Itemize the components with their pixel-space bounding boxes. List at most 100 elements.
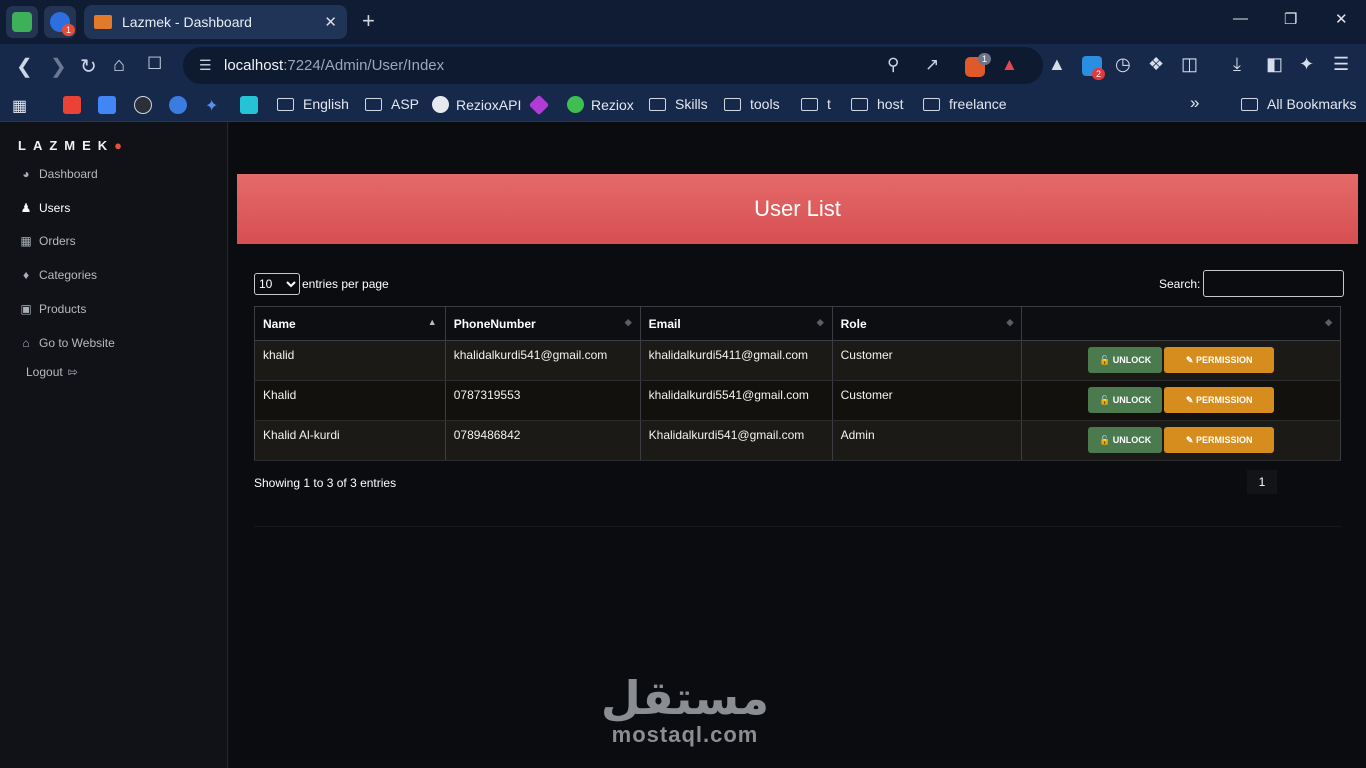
bookmark-english[interactable]: English bbox=[277, 96, 349, 112]
translate-icon[interactable] bbox=[98, 96, 116, 114]
chatgpt-icon[interactable] bbox=[134, 96, 152, 114]
zoom-icon[interactable]: ⚲ bbox=[887, 55, 899, 75]
search-input[interactable] bbox=[1203, 270, 1345, 297]
apps-grid-icon[interactable]: ▦ bbox=[12, 96, 27, 116]
divider bbox=[254, 526, 1341, 527]
pagination-page-1[interactable]: 1 bbox=[1247, 470, 1277, 494]
column-header-actions[interactable]: ◆ bbox=[1021, 306, 1341, 341]
site-info-icon[interactable]: ☰ bbox=[199, 57, 212, 74]
folder-icon bbox=[724, 97, 741, 111]
bookmarks-overflow-button[interactable]: » bbox=[1190, 93, 1199, 113]
permission-button[interactable]: ✎ PERMISSION bbox=[1164, 347, 1275, 373]
url-text[interactable]: localhost:7224/Admin/User/Index bbox=[224, 57, 444, 74]
folder-icon bbox=[649, 97, 666, 111]
table-row: Khalid Al-kurdi 0789486842 Khalidalkurdi… bbox=[254, 420, 1341, 461]
leo-ai-icon[interactable]: ✦ bbox=[1299, 54, 1314, 75]
sidebar-item-users[interactable]: ♟ Users bbox=[18, 201, 71, 215]
close-window-button[interactable]: ✕ bbox=[1335, 10, 1348, 28]
logout-link[interactable]: Logout ⇰ bbox=[26, 365, 86, 379]
truck-icon bbox=[94, 15, 112, 29]
bookmark-skills[interactable]: Skills bbox=[649, 96, 708, 112]
column-header-phone[interactable]: PhoneNumber ◆ bbox=[444, 306, 641, 341]
lazmek-logo[interactable]: LAZMEK● bbox=[18, 138, 122, 153]
entries-per-page-select[interactable]: 10 bbox=[254, 273, 300, 295]
unlock-icon: 🔓 bbox=[1099, 395, 1111, 405]
home-icon: ⌂ bbox=[22, 336, 30, 350]
bookmark-reziox[interactable]: Reziox bbox=[567, 96, 634, 113]
bookmark-freelance[interactable]: freelance bbox=[923, 96, 1007, 112]
folder-icon bbox=[277, 97, 294, 111]
speed-dial-icon[interactable]: ◷ bbox=[1115, 54, 1131, 75]
bookmark-host[interactable]: host bbox=[851, 96, 903, 112]
sidebar-toggle-icon[interactable]: ◧ bbox=[1266, 54, 1283, 75]
folder-icon bbox=[801, 97, 818, 111]
bookmark-site-icon[interactable] bbox=[240, 96, 258, 114]
bookmark-rezioxapi[interactable]: RezioxAPI bbox=[432, 96, 521, 113]
unlock-button[interactable]: 🔓 UNLOCK bbox=[1088, 347, 1163, 373]
watermark-latin: mostaql.com bbox=[611, 722, 759, 747]
back-button[interactable]: ❮ bbox=[16, 54, 33, 79]
extensions-puzzle-icon[interactable]: ❖ bbox=[1148, 54, 1164, 75]
forward-button[interactable]: ❯ bbox=[50, 54, 67, 79]
bookmark-button[interactable]: ☐ bbox=[147, 54, 162, 74]
extension-badge: 2 bbox=[1092, 68, 1106, 80]
download-icon[interactable]: ⤓ bbox=[1233, 54, 1241, 75]
sort-icon: ◆ bbox=[1325, 317, 1332, 327]
pinned-tab-mail[interactable]: 1 bbox=[44, 6, 76, 38]
bookmark-asp[interactable]: ASP bbox=[365, 96, 419, 112]
reload-button[interactable]: ↻ bbox=[80, 54, 97, 79]
address-bar[interactable]: ☰ localhost:7224/Admin/User/Index ⚲ ↗ 1 … bbox=[183, 47, 1043, 84]
table-search: Search: bbox=[1159, 270, 1345, 297]
tags-icon: ♦ bbox=[22, 268, 30, 282]
new-tab-button[interactable]: + bbox=[362, 8, 375, 34]
unlock-button[interactable]: 🔓 UNLOCK bbox=[1088, 427, 1163, 453]
all-bookmarks[interactable]: All Bookmarks bbox=[1241, 96, 1356, 112]
admin-sidebar: LAZMEK● ◕ Dashboard ♟ Users ▦ Orders ♦ Categ… bbox=[0, 122, 228, 768]
share-icon[interactable]: ↗ bbox=[925, 55, 939, 75]
edit-icon: ✎ bbox=[1185, 435, 1194, 445]
browser-titlebar: 1 Lazmek - Dashboard ✕ + — ❐ ✕ bbox=[0, 0, 1366, 44]
angular-icon[interactable] bbox=[528, 94, 550, 116]
permission-button[interactable]: ✎ PERMISSION bbox=[1164, 427, 1275, 453]
gemini-icon[interactable]: ✦ bbox=[205, 96, 218, 116]
sidebar-item-go-to-website[interactable]: ⌂ Go to Website bbox=[18, 336, 114, 350]
permission-button[interactable]: ✎ PERMISSION bbox=[1164, 387, 1275, 413]
extension-mountain-icon[interactable]: ▲ bbox=[1048, 54, 1066, 75]
column-header-email[interactable]: Email ◆ bbox=[639, 306, 833, 341]
cell-email: khalidalkurdi5411@gmail.com bbox=[639, 340, 833, 381]
pinned-tab-app[interactable] bbox=[6, 6, 38, 38]
menu-icon[interactable]: ☰ bbox=[1333, 54, 1349, 75]
edit-icon: ✎ bbox=[1185, 395, 1194, 405]
unlock-icon: 🔓 bbox=[1099, 355, 1111, 365]
unlock-button[interactable]: 🔓 UNLOCK bbox=[1088, 387, 1163, 413]
sidebar-item-orders[interactable]: ▦ Orders bbox=[18, 234, 75, 248]
users-icon: ♟ bbox=[20, 201, 32, 215]
minimize-button[interactable]: — bbox=[1233, 10, 1248, 27]
sort-icon: ◆ bbox=[624, 317, 632, 327]
sidebar-item-dashboard[interactable]: ◕ Dashboard bbox=[18, 167, 97, 181]
sidebar-item-categories[interactable]: ♦ Categories bbox=[18, 268, 97, 282]
globe-icon bbox=[567, 96, 584, 113]
sort-icon: ◆ bbox=[816, 317, 824, 327]
home-button[interactable]: ⌂ bbox=[113, 54, 125, 77]
column-header-role[interactable]: Role ◆ bbox=[831, 306, 1023, 341]
cell-actions: 🔓 UNLOCK ✎ PERMISSION bbox=[1021, 340, 1341, 381]
brave-rewards-icon[interactable]: ▲ bbox=[1001, 55, 1018, 75]
deepseek-icon[interactable] bbox=[169, 96, 187, 114]
users-table: Name ▲ PhoneNumber ◆ Email ◆ Role ◆ ◆ khalid… bbox=[254, 306, 1341, 461]
cell-actions: 🔓 UNLOCK ✎ PERMISSION bbox=[1021, 420, 1341, 461]
tab-close-button[interactable]: ✕ bbox=[324, 13, 337, 31]
bookmark-tools[interactable]: tools bbox=[724, 96, 780, 112]
maximize-button[interactable]: ❐ bbox=[1284, 10, 1297, 28]
entries-per-page-label: entries per page bbox=[302, 277, 389, 291]
app-icon bbox=[12, 12, 32, 32]
sidebar-item-products[interactable]: ▣ Products bbox=[18, 302, 86, 316]
cell-name: khalid bbox=[254, 340, 446, 381]
search-label: Search: bbox=[1159, 276, 1201, 291]
bookmark-t[interactable]: t bbox=[801, 96, 831, 112]
cell-email: Khalidalkurdi541@gmail.com bbox=[639, 420, 833, 461]
active-tab[interactable]: Lazmek - Dashboard ✕ bbox=[84, 5, 347, 39]
tab-search-icon[interactable]: ◫ bbox=[1181, 54, 1198, 75]
gmail-icon[interactable] bbox=[63, 96, 81, 114]
column-header-name[interactable]: Name ▲ bbox=[254, 306, 446, 341]
